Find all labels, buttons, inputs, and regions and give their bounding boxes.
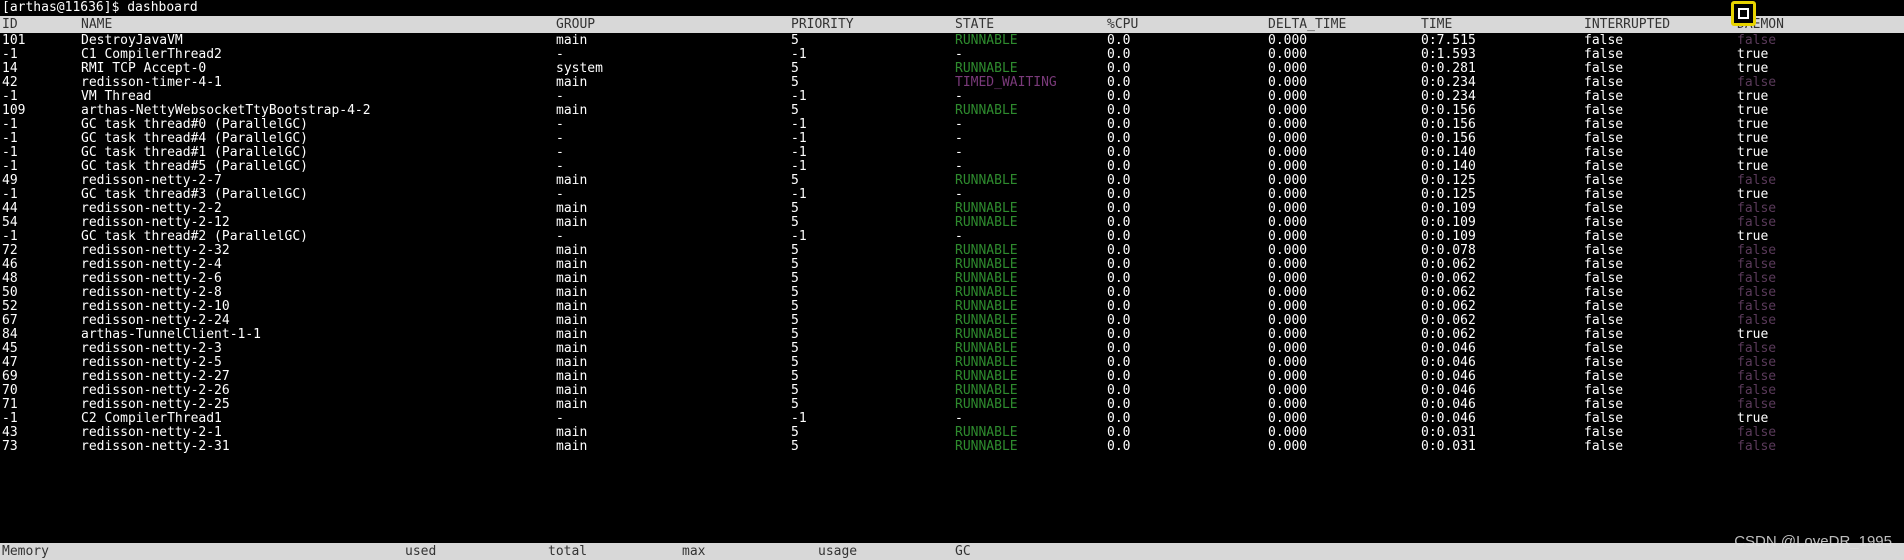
- thread-interrupted: false: [1584, 439, 1624, 454]
- header-state: STATE: [955, 17, 995, 32]
- thread-table-header: ID NAME GROUP PRIORITY STATE %CPU DELTA_…: [0, 16, 1904, 33]
- memory-header-used: used: [405, 544, 437, 559]
- memory-table-header: Memory used total max usage GC: [0, 543, 1904, 560]
- memory-header-max: max: [682, 544, 706, 559]
- thread-cpu: 0.0: [1107, 439, 1131, 454]
- header-id: ID: [2, 17, 18, 32]
- thread-group: main: [556, 439, 588, 454]
- header-group: GROUP: [556, 17, 596, 32]
- thread-daemon: false: [1737, 439, 1777, 454]
- header-time: TIME: [1421, 17, 1453, 32]
- thread-priority: 5: [791, 439, 799, 454]
- memory-header-gc: GC: [955, 544, 971, 559]
- thread-name: redisson-netty-2-31: [81, 439, 230, 454]
- thread-time: 0:0.031: [1421, 439, 1476, 454]
- memory-header-usage: usage: [818, 544, 858, 559]
- fullscreen-focus-icon[interactable]: [1731, 1, 1756, 26]
- header-name: NAME: [81, 17, 113, 32]
- thread-state: RUNNABLE: [955, 439, 1018, 454]
- header-interrupted: INTERRUPTED: [1584, 17, 1671, 32]
- memory-header-total: total: [548, 544, 588, 559]
- csdn-watermark: CSDN @LoveDR_1995: [1734, 533, 1892, 550]
- header-cpu: %CPU: [1107, 17, 1139, 32]
- header-delta-time: DELTA_TIME: [1268, 17, 1347, 32]
- header-priority: PRIORITY: [791, 17, 854, 32]
- thread-delta-time: 0.000: [1268, 439, 1308, 454]
- shell-prompt: [arthas@11636]$ dashboard: [2, 0, 198, 15]
- memory-header-memory: Memory: [2, 544, 49, 559]
- thread-id: 73: [2, 439, 18, 454]
- fullscreen-inner-square: [1738, 8, 1749, 19]
- table-row: 73 redisson-netty-2-31 main 5 RUNNABLE 0.0 0.0…: [0, 438, 1904, 455]
